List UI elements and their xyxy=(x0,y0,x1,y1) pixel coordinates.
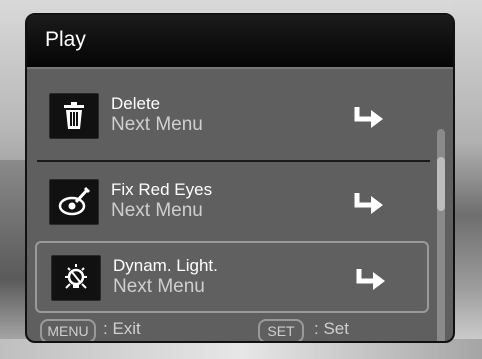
menu-title: Play xyxy=(45,28,86,51)
set-hint: : Set xyxy=(314,319,349,338)
menu-list: Delete Next Menu Fix Red Eyes Next Menu xyxy=(27,69,447,341)
play-menu-panel: Play Delete Next Menu Fix Red Eyes Next … xyxy=(25,13,455,343)
menu-item-dynamic-light[interactable]: Dynam. Light. Next Menu xyxy=(35,241,429,313)
menu-item-label: Fix Red Eyes xyxy=(111,180,213,199)
exit-hint: : Exit xyxy=(103,319,141,338)
red-eye-brush-icon xyxy=(49,179,99,225)
menu-item-sublabel: Next Menu xyxy=(111,200,203,221)
set-key-badge: SET xyxy=(258,319,304,341)
menu-footer: MENU : Exit SET : Set xyxy=(27,315,453,341)
trash-icon xyxy=(49,93,99,139)
menu-divider xyxy=(37,160,430,162)
menu-item-label: Delete xyxy=(111,94,161,113)
menu-item-label: Dynam. Light. xyxy=(113,256,218,275)
scrollbar-thumb[interactable] xyxy=(437,157,445,211)
menu-key-badge: MENU xyxy=(40,319,96,341)
menu-scrollbar[interactable] xyxy=(437,129,445,341)
menu-titlebar: Play xyxy=(27,15,453,69)
enter-arrow-icon xyxy=(354,107,383,128)
menu-item-delete[interactable]: Delete Next Menu xyxy=(35,81,429,153)
background-photo-right xyxy=(452,0,482,359)
menu-item-sublabel: Next Menu xyxy=(113,276,205,297)
menu-item-fix-red-eyes[interactable]: Fix Red Eyes Next Menu xyxy=(35,167,429,239)
enter-arrow-icon xyxy=(354,193,383,214)
enter-arrow-icon xyxy=(356,269,385,290)
light-bulb-icon xyxy=(51,255,101,301)
menu-item-sublabel: Next Menu xyxy=(111,114,203,135)
